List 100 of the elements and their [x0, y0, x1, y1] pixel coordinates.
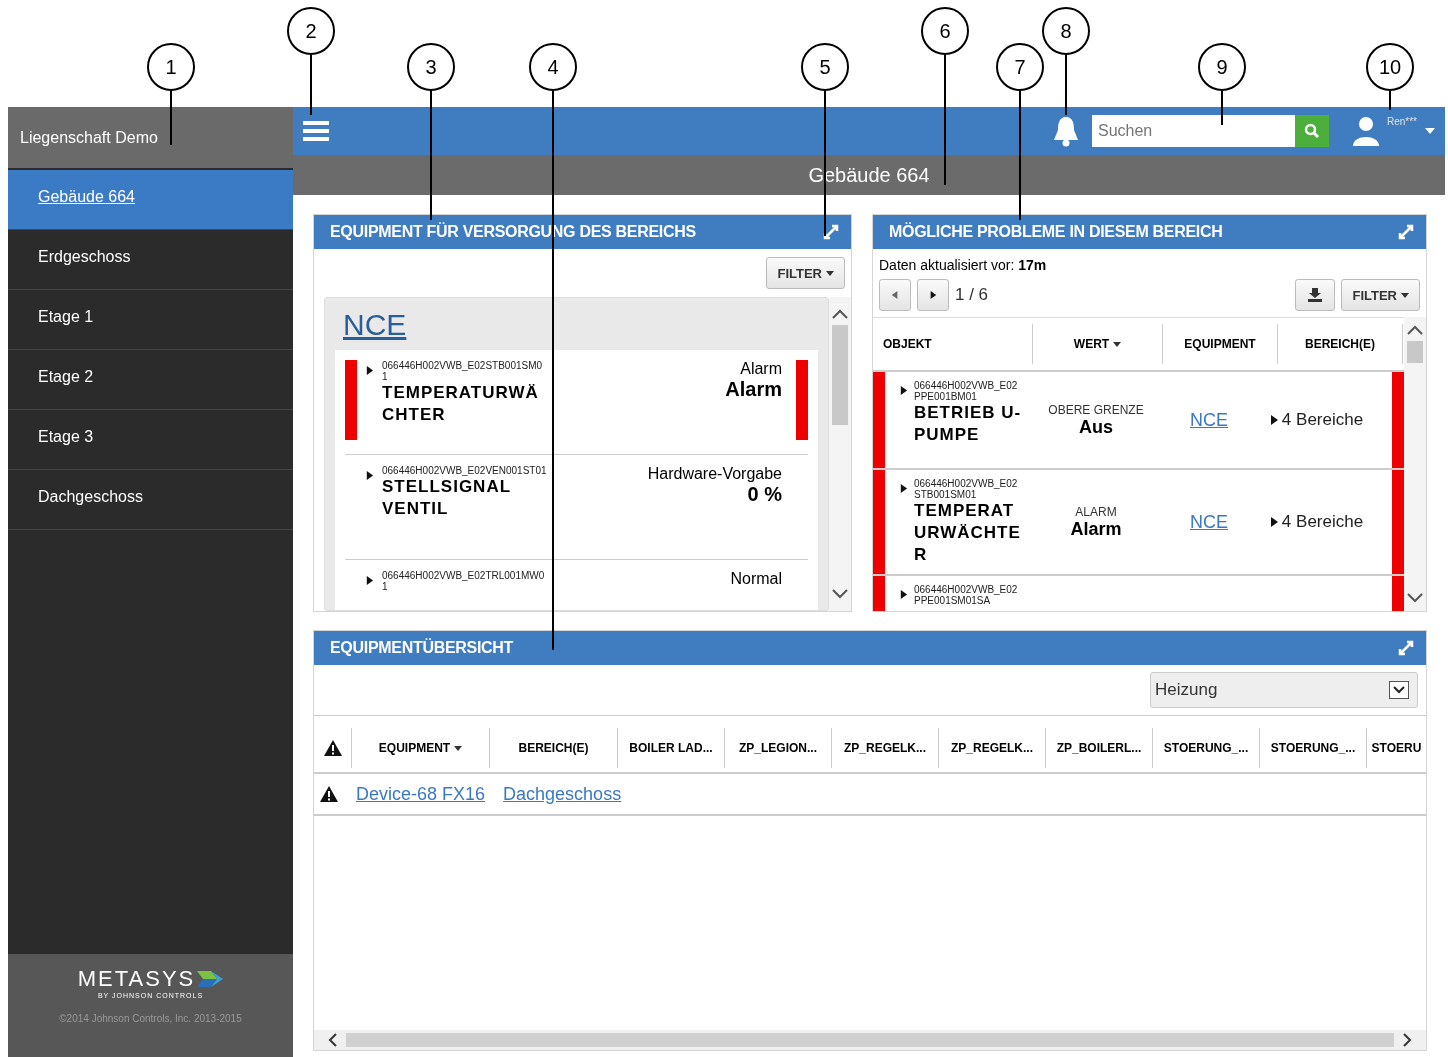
value-label: OBERE GRENZE: [1048, 402, 1144, 417]
point-status: Normal: [730, 570, 782, 588]
column-header[interactable]: OBJEKT: [873, 324, 1033, 364]
expand-arrow-icon[interactable]: [899, 590, 908, 600]
equipment-link[interactable]: NCE: [1190, 409, 1228, 431]
callout-number: 2: [287, 7, 335, 55]
equipment-link[interactable]: NCE: [1190, 511, 1228, 533]
column-header[interactable]: ZP_REGELK...: [832, 728, 939, 768]
sidebar-item[interactable]: Gebäude 664: [8, 170, 293, 230]
scroll-down-button[interactable]: [1407, 593, 1423, 603]
horizontal-scrollbar[interactable]: [314, 1030, 1426, 1050]
right-arrow-icon: [1270, 517, 1278, 528]
callout-number: 1: [147, 43, 195, 91]
scrollbar[interactable]: [829, 297, 851, 611]
caret-icon: [1113, 341, 1122, 347]
callout-number: 9: [1198, 43, 1246, 91]
search-icon: [1303, 123, 1320, 139]
chevron-left-icon[interactable]: [328, 1033, 338, 1047]
leader-line: [170, 91, 172, 145]
download-icon: [1308, 288, 1323, 302]
column-header[interactable]: ZP_LEGION...: [725, 728, 832, 768]
update-info: Daten aktualisiert vor: 17m: [879, 257, 1048, 273]
chevron-down-icon: [1389, 681, 1409, 699]
filter-button[interactable]: FILTER: [766, 257, 845, 289]
point-id: 066446H002VWB_E02 PPE001BM01: [914, 380, 1019, 402]
column-header[interactable]: STOERUNG_...: [1153, 728, 1260, 768]
area-link[interactable]: Dachgeschoss: [503, 783, 622, 805]
column-header[interactable]: EQUIPMENT: [1163, 324, 1278, 364]
expand-arrow-icon[interactable]: [365, 471, 374, 480]
column-header[interactable]: EQUIPMENT: [352, 728, 490, 768]
point-id: 066446H002VWB_E02VEN001ST01: [382, 465, 547, 476]
expand-arrow-icon[interactable]: [365, 576, 374, 585]
menu-button[interactable]: [303, 120, 329, 142]
search-button[interactable]: [1294, 115, 1329, 147]
point-name: BETRIEB U-PUMPE: [914, 402, 1023, 447]
point-value: Aus: [1079, 416, 1113, 438]
leader-line: [310, 55, 312, 115]
caret-icon: [454, 745, 463, 751]
copyright-text: ©2014 Johnson Controls, Inc. 2013-2015: [59, 1013, 242, 1024]
scroll-up-button[interactable]: [1407, 325, 1423, 335]
callout-number: 4: [529, 43, 577, 91]
expand-arrow-icon[interactable]: [365, 366, 374, 375]
callout-number: 3: [407, 43, 455, 91]
callout-number: 8: [1042, 7, 1090, 55]
equipment-link[interactable]: NCE: [335, 298, 415, 350]
chevron-right-icon[interactable]: [1402, 1033, 1412, 1047]
point-status: Alarm: [740, 360, 782, 378]
scroll-down-button[interactable]: [832, 589, 848, 599]
equipment-row[interactable]: 066446H002VWB_E02VEN001ST01 STELLSIGNAL VENTIL Hardware-Vorgabe 0 %: [345, 455, 808, 560]
right-arrow-icon: [929, 290, 937, 300]
leader-line: [1065, 55, 1067, 115]
point-value: Alarm: [725, 378, 782, 401]
column-header[interactable]: STOERU: [1367, 728, 1426, 768]
column-header[interactable]: BOILER LAD...: [618, 728, 725, 768]
expand-icon[interactable]: [823, 224, 839, 240]
property-title: Liegenschaft Demo: [8, 107, 293, 168]
warning-icon: [320, 786, 338, 802]
point-name: TEMPERATURWÄCHTER: [382, 382, 540, 427]
callout-number: 10: [1366, 43, 1414, 91]
point-name: STELLSIGNAL VENTIL: [382, 476, 512, 521]
next-page-button[interactable]: [917, 279, 949, 311]
expand-arrow-icon[interactable]: [899, 386, 908, 395]
column-header[interactable]: WERT: [1033, 324, 1163, 364]
leader-line: [1221, 91, 1223, 125]
user-menu[interactable]: Ren***: [1352, 116, 1435, 146]
column-header[interactable]: ZP_BOILERL...: [1046, 728, 1153, 768]
areas-toggle[interactable]: 4 Bereiche: [1270, 410, 1364, 430]
download-button[interactable]: [1295, 279, 1336, 311]
callout-number: 6: [921, 7, 969, 55]
callout-number: 5: [801, 43, 849, 91]
caret-icon: [826, 270, 834, 276]
point-id: 066446H002VWB_E02TRL001MW01: [382, 570, 546, 592]
equipment-row[interactable]: 066446H002VWB_E02STB001SM01 TEMPERATURWÄCHTER Alarm Alarm: [345, 350, 808, 455]
caret-icon: [1425, 128, 1435, 134]
point-status: Hardware-Vorgabe: [647, 465, 782, 483]
expand-arrow-icon[interactable]: [899, 484, 908, 493]
point-value: Alarm: [1070, 518, 1122, 540]
point-name: TEMPERATURWÄCHTER: [914, 500, 1022, 567]
user-icon: [1352, 116, 1379, 146]
scroll-thumb[interactable]: [1407, 341, 1423, 363]
value-label: ALARM: [1075, 504, 1117, 519]
scroll-up-button[interactable]: [832, 309, 848, 319]
point-id: 066446H002VWB_E02 STB001SM01: [914, 478, 1019, 500]
page-counter: 1 / 6: [955, 285, 990, 305]
column-header[interactable]: BEREICH(E): [1278, 324, 1403, 364]
scrollbar[interactable]: [1404, 317, 1426, 611]
areas-toggle[interactable]: 4 Bereiche: [1270, 512, 1364, 533]
left-arrow-icon: [891, 290, 899, 300]
column-header[interactable]: BEREICH(E): [490, 728, 618, 768]
point-id: 066446H002VWB_E02 PPE001SM01SA: [914, 584, 1019, 607]
category-dropdown[interactable]: Heizung: [1150, 672, 1418, 708]
right-arrow-icon: [1270, 415, 1278, 425]
scroll-thumb[interactable]: [832, 325, 848, 425]
filter-button[interactable]: FILTER: [1341, 279, 1420, 311]
column-header[interactable]: ZP_REGELK...: [939, 728, 1046, 768]
column-header[interactable]: STOERUNG_...: [1260, 728, 1367, 768]
point-id: 066446H002VWB_E02STB001SM01: [382, 360, 544, 382]
warning-icon: [323, 740, 342, 756]
callout-number: 7: [996, 43, 1044, 91]
equipment-link[interactable]: Device-68 FX16: [356, 783, 486, 805]
